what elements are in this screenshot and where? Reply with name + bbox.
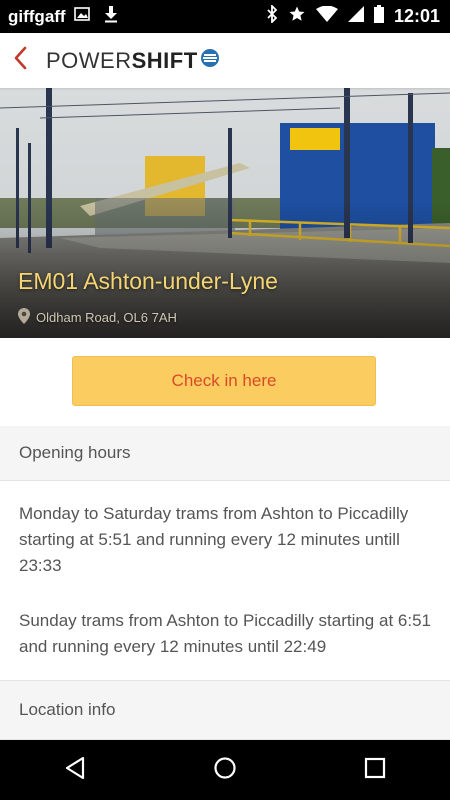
nav-home-button[interactable] bbox=[195, 740, 255, 800]
location-info-title: Location info bbox=[19, 700, 116, 719]
opening-hours-title: Opening hours bbox=[19, 443, 131, 462]
sunday-hours-text: Sunday trams from Ashton to Piccadilly s… bbox=[19, 611, 431, 656]
location-pin-icon bbox=[18, 308, 30, 327]
station-address: Oldham Road, OL6 7AH bbox=[18, 308, 177, 327]
opening-hours-header: Opening hours bbox=[0, 426, 450, 481]
tram-stop-photo bbox=[0, 88, 450, 338]
carrier-name: giffgaff bbox=[8, 6, 66, 26]
nav-back-button[interactable] bbox=[45, 740, 105, 800]
back-button[interactable] bbox=[2, 33, 38, 88]
checkin-area: Check in here bbox=[0, 338, 450, 427]
download-icon bbox=[104, 5, 118, 28]
system-nav-bar bbox=[0, 740, 450, 800]
weekday-hours-text: Monday to Saturday trams from Ashton to … bbox=[19, 504, 409, 575]
recents-square-icon bbox=[364, 757, 386, 784]
chevron-left-icon bbox=[13, 46, 27, 75]
bluetooth-icon bbox=[266, 3, 278, 28]
station-title: EM01 Ashton-under-Lyne bbox=[18, 268, 278, 294]
image-icon bbox=[73, 7, 90, 26]
home-circle-icon bbox=[213, 756, 237, 785]
logo-text-power: POWER bbox=[46, 47, 132, 73]
clock: 12:01 bbox=[393, 6, 440, 26]
powershift-logo: POWER SHIFT bbox=[46, 48, 220, 74]
location-info-header[interactable]: Location info bbox=[0, 681, 450, 740]
app-bar: POWER SHIFT bbox=[0, 33, 450, 88]
battery-icon bbox=[373, 5, 384, 28]
signal-icon bbox=[347, 6, 364, 27]
wifi-icon bbox=[315, 5, 338, 27]
back-triangle-icon bbox=[64, 756, 86, 785]
star-icon bbox=[288, 5, 306, 28]
status-bar: giffgaff 12:01 bbox=[0, 0, 450, 33]
check-in-button[interactable]: Check in here bbox=[72, 356, 376, 406]
opening-hours-body: Monday to Saturday trams from Ashton to … bbox=[0, 483, 450, 681]
address-text: Oldham Road, OL6 7AH bbox=[36, 310, 177, 325]
nav-recents-button[interactable] bbox=[345, 740, 405, 800]
logo-mark-icon bbox=[200, 48, 220, 73]
logo-text-shift: SHIFT bbox=[131, 47, 198, 73]
station-hero-image: EM01 Ashton-under-Lyne Oldham Road, OL6 … bbox=[0, 88, 450, 338]
